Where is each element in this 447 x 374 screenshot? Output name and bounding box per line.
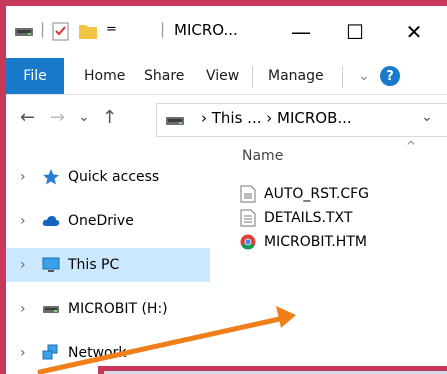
title-bar: | = | MICRO... — ☐ ✕ bbox=[6, 6, 447, 58]
tab-share[interactable]: Share bbox=[144, 58, 184, 94]
file-name: AUTO_RST.CFG bbox=[264, 186, 370, 202]
window-title: MICRO... bbox=[174, 21, 238, 39]
ribbon-divider bbox=[252, 66, 253, 88]
tab-home[interactable]: Home bbox=[84, 58, 125, 94]
address-row: ← → ⌄ ↑ › This ... › MICROB... ⌄ bbox=[6, 95, 447, 143]
help-icon[interactable]: ? bbox=[380, 66, 400, 86]
recent-locations-button[interactable]: ⌄ bbox=[78, 109, 90, 125]
file-row[interactable]: AUTO_RST.CFG bbox=[240, 182, 369, 206]
nav-item-label: MICROBIT (H:) bbox=[68, 301, 168, 317]
nav-item-microbit[interactable]: › MICROBIT (H:) bbox=[6, 292, 210, 326]
nav-item-label: OneDrive bbox=[68, 213, 134, 229]
nav-item-onedrive[interactable]: › OneDrive bbox=[6, 204, 210, 238]
up-button[interactable]: ↑ bbox=[102, 107, 117, 128]
maximize-button[interactable]: ☐ bbox=[332, 6, 378, 58]
ribbon-tabs: File Home Share View Manage ⌄ ? bbox=[6, 58, 447, 95]
chevron-right-icon[interactable]: › bbox=[20, 301, 26, 317]
column-header-name[interactable]: Name bbox=[242, 148, 283, 164]
network-icon bbox=[42, 344, 58, 360]
quick-access-dropdown[interactable]: = bbox=[106, 22, 117, 37]
nav-item-quick-access[interactable]: › Quick access bbox=[6, 160, 210, 194]
cfg-file-icon bbox=[240, 185, 256, 203]
new-folder-icon[interactable] bbox=[78, 22, 98, 40]
drive-icon bbox=[15, 28, 33, 36]
address-bar[interactable]: › This ... › MICROB... ⌄ bbox=[156, 103, 447, 137]
computer-icon bbox=[42, 257, 60, 272]
file-name: MICROBIT.HTM bbox=[264, 234, 367, 250]
address-path: › This ... › MICROB... bbox=[201, 109, 352, 127]
tab-file[interactable]: File bbox=[6, 58, 64, 94]
chevron-right-icon[interactable]: › bbox=[20, 169, 26, 185]
nav-item-network[interactable]: › Network bbox=[6, 336, 210, 370]
drive-icon bbox=[43, 306, 59, 313]
title-separator: | bbox=[40, 20, 46, 38]
back-button[interactable]: ← bbox=[20, 107, 35, 128]
drive-icon bbox=[166, 117, 184, 125]
chevron-right-icon[interactable]: › bbox=[20, 257, 26, 273]
chevron-right-icon[interactable]: › bbox=[20, 213, 26, 229]
file-name: DETAILS.TXT bbox=[264, 210, 353, 226]
file-row[interactable]: DETAILS.TXT bbox=[240, 206, 352, 230]
properties-icon[interactable] bbox=[52, 21, 70, 41]
close-button[interactable]: ✕ bbox=[391, 6, 437, 58]
explorer-window: | = | MICRO... — ☐ ✕ File Home Share Vie… bbox=[6, 6, 447, 374]
nav-item-this-pc[interactable]: › This PC bbox=[6, 248, 210, 282]
sort-ascending-icon: ^ bbox=[406, 139, 417, 153]
nav-item-label: This PC bbox=[68, 257, 120, 273]
text-file-icon bbox=[240, 209, 256, 227]
tab-manage[interactable]: Manage bbox=[268, 58, 324, 94]
address-dropdown-button[interactable]: ⌄ bbox=[421, 109, 433, 125]
nav-item-label: Quick access bbox=[68, 169, 160, 185]
file-row[interactable]: MICROBIT.HTM bbox=[240, 230, 367, 254]
navigation-pane: › Quick access › OneDrive › This PC › MI… bbox=[6, 143, 210, 374]
chrome-icon bbox=[240, 234, 256, 250]
expand-ribbon-button[interactable]: ⌄ bbox=[358, 58, 370, 94]
minimize-button[interactable]: — bbox=[278, 6, 324, 58]
tab-view[interactable]: View bbox=[206, 58, 239, 94]
star-icon bbox=[43, 169, 59, 185]
title-separator: | bbox=[160, 20, 166, 38]
chevron-right-icon[interactable]: › bbox=[20, 345, 26, 361]
cloud-icon bbox=[42, 216, 60, 226]
ribbon-divider bbox=[342, 66, 343, 88]
file-list: ^ Name AUTO_RST.CFG DETAILS.TXT MICROBIT… bbox=[210, 139, 447, 374]
forward-button[interactable]: → bbox=[50, 107, 65, 128]
nav-item-label: Network bbox=[68, 345, 127, 361]
